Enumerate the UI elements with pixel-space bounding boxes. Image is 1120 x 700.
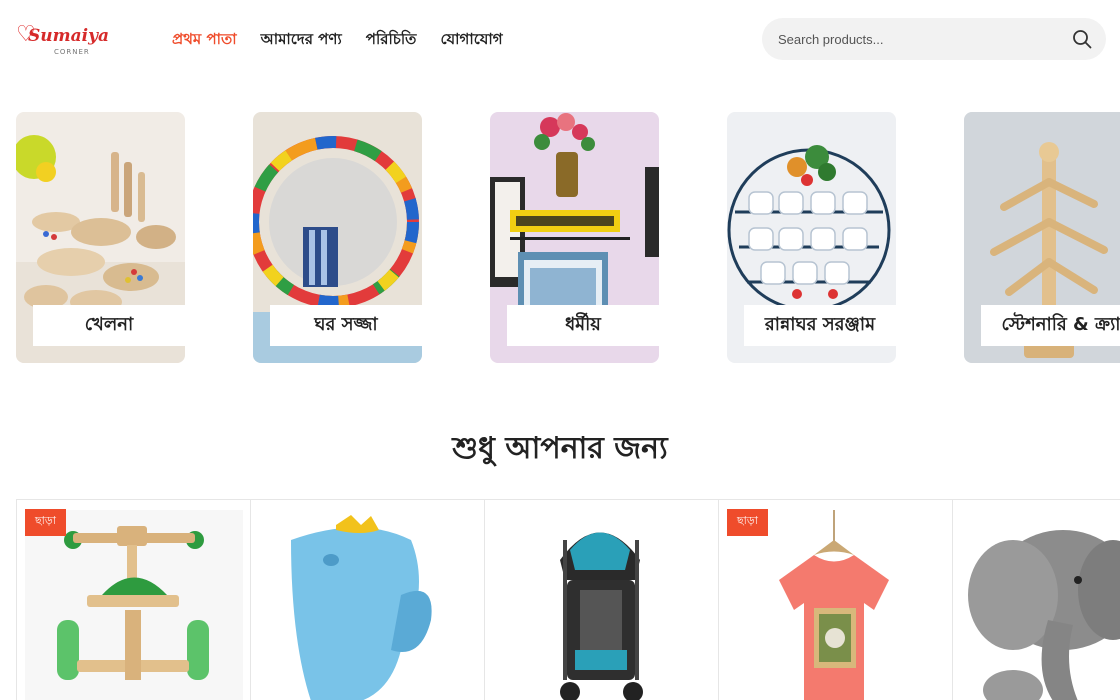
category-card-home-decor[interactable]: ঘর সজ্জা [253, 112, 422, 363]
section-title: শুধু আপনার জন্য [452, 431, 668, 466]
category-label: ধর্মীয় [507, 305, 659, 346]
product-card[interactable] [250, 500, 484, 700]
grey-plush-elephant-image [968, 530, 1120, 700]
nav-item-contact[interactable]: যোগাযোগ [440, 28, 502, 53]
category-label: ঘর সজ্জা [270, 305, 422, 346]
blue-whale-bath-rinser-image [291, 515, 432, 700]
search-bar [762, 18, 1106, 60]
nav-item-home[interactable]: প্রথম পাতা [172, 28, 237, 53]
brand-logo[interactable]: ♡ Sumaiya CORNER [16, 20, 109, 60]
site-header: ♡ Sumaiya CORNER প্রথম পাতা আমাদের পণ্য … [0, 0, 1120, 80]
main-nav: প্রথম পাতা আমাদের পণ্য পরিচিতি যোগাযোগ [172, 28, 503, 53]
product-grid: ছাড়া ছাড়া [16, 499, 1120, 700]
product-card[interactable] [952, 500, 1120, 700]
category-label: খেলনা [33, 305, 185, 346]
product-card[interactable] [484, 500, 718, 700]
baby-stroller-image [560, 532, 643, 700]
nav-item-about[interactable]: পরিচিতি [366, 28, 417, 53]
category-card-kitchen[interactable]: রান্নাঘর সরঞ্জাম [727, 112, 896, 363]
product-card[interactable]: ছাড়া [718, 500, 952, 700]
brand-tagline: CORNER [54, 48, 90, 56]
category-card-stationery[interactable]: স্টেশনারি & ক্র্যা [964, 112, 1120, 363]
search-input[interactable] [778, 18, 1068, 60]
category-carousel: খেলনা ঘর সজ্জা ধর্মীয় রান্নাঘর সরঞ্জাম … [16, 112, 1120, 364]
category-card-religious[interactable]: ধর্মীয় [490, 112, 659, 363]
category-label: স্টেশনারি & ক্র্যা [981, 305, 1120, 346]
search-icon[interactable] [1072, 29, 1092, 49]
brand-name: Sumaiya [28, 26, 109, 46]
category-card-toys[interactable]: খেলনা [16, 112, 185, 363]
nav-item-products[interactable]: আমাদের পণ্য [261, 28, 342, 53]
sale-badge: ছাড়া [25, 509, 66, 536]
category-label: রান্নাঘর সরঞ্জাম [744, 305, 896, 346]
product-card[interactable]: ছাড়া [16, 500, 250, 700]
sale-badge: ছাড়া [727, 509, 768, 536]
